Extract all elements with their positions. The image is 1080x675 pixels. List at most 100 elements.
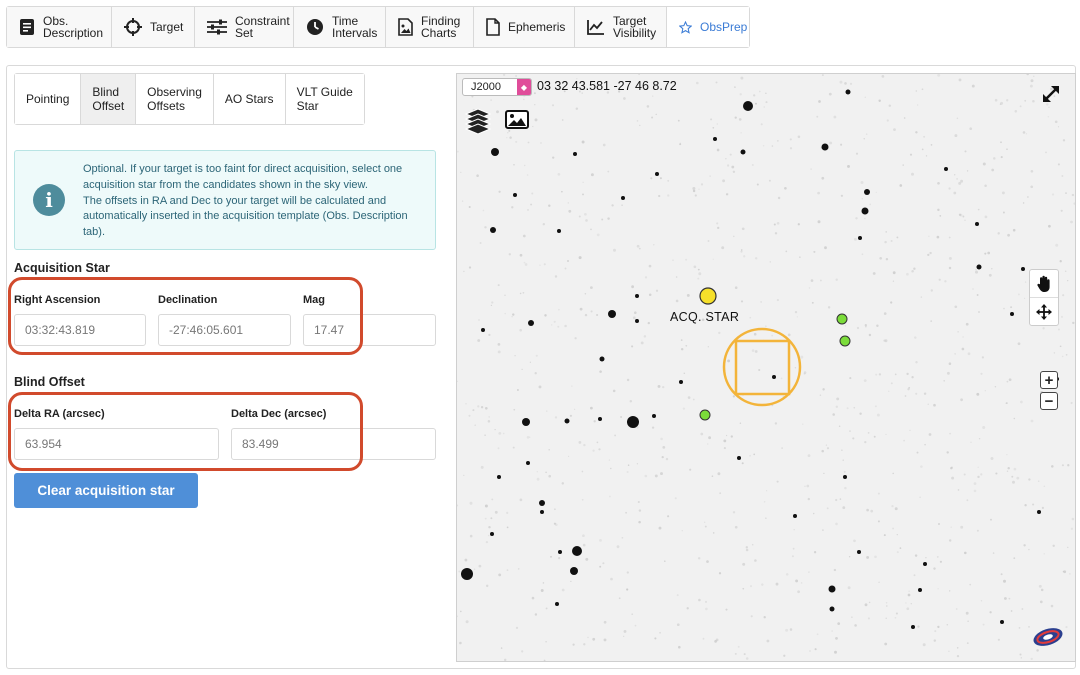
sky-noise bbox=[494, 428, 496, 431]
image-survey-button[interactable] bbox=[505, 110, 529, 134]
sky-noise bbox=[948, 362, 952, 365]
candidate-star-marker[interactable] bbox=[836, 313, 848, 325]
candidate-star-marker[interactable] bbox=[839, 335, 851, 347]
sky-noise bbox=[907, 593, 911, 597]
sky-noise bbox=[1032, 503, 1035, 506]
sky-noise bbox=[777, 196, 781, 200]
fullscreen-button[interactable] bbox=[1041, 84, 1061, 109]
sky-noise bbox=[698, 272, 702, 276]
dec-field[interactable] bbox=[158, 314, 291, 346]
layers-button[interactable] bbox=[464, 108, 492, 143]
sky-noise bbox=[761, 583, 764, 586]
sky-noise bbox=[657, 384, 661, 388]
sky-noise bbox=[745, 657, 749, 660]
sky-noise bbox=[1030, 419, 1034, 423]
sky-noise bbox=[956, 647, 959, 649]
sky-star bbox=[743, 101, 753, 111]
zoom-out-button[interactable]: − bbox=[1040, 392, 1058, 410]
sky-noise bbox=[929, 251, 932, 255]
sky-noise bbox=[539, 264, 541, 266]
tab-ephemeris[interactable]: Ephemeris bbox=[474, 7, 575, 47]
mag-field[interactable] bbox=[303, 314, 436, 346]
coordinate-frame-select[interactable]: J2000 ◆ bbox=[462, 78, 532, 96]
sky-noise bbox=[962, 215, 965, 218]
sky-noise bbox=[564, 267, 567, 270]
sky-noise bbox=[740, 132, 742, 134]
sky-noise bbox=[661, 455, 664, 459]
sky-noise bbox=[463, 474, 465, 477]
delta-dec-field[interactable] bbox=[231, 428, 436, 460]
sky-noise bbox=[716, 148, 720, 152]
sky-noise bbox=[949, 432, 952, 435]
sky-noise bbox=[846, 407, 849, 410]
tab-target-visibility[interactable]: Target Visibility bbox=[575, 7, 667, 47]
sky-noise bbox=[1017, 293, 1020, 296]
tab-obs-description[interactable]: Obs. Description bbox=[7, 7, 112, 47]
tab-time-intervals[interactable]: Time Intervals bbox=[294, 7, 386, 47]
tab-finding-charts[interactable]: Finding Charts bbox=[386, 7, 474, 47]
sky-image[interactable] bbox=[457, 74, 1076, 662]
sky-noise bbox=[737, 645, 740, 648]
sky-noise bbox=[609, 495, 611, 498]
sky-noise bbox=[484, 226, 487, 229]
sky-noise bbox=[928, 235, 930, 237]
pan-hand-button[interactable] bbox=[1030, 270, 1058, 298]
sky-noise bbox=[543, 659, 546, 661]
sky-noise bbox=[920, 465, 923, 468]
sky-noise bbox=[659, 177, 662, 180]
sky-noise bbox=[1022, 131, 1026, 134]
sky-noise bbox=[868, 601, 871, 604]
subtab-blind-offset[interactable]: Blind Offset bbox=[81, 74, 137, 124]
sky-noise bbox=[741, 462, 744, 465]
sky-noise bbox=[506, 137, 508, 139]
sky-noise bbox=[903, 439, 905, 442]
ra-field[interactable] bbox=[14, 314, 146, 346]
tab-obsprep[interactable]: ObsPrep bbox=[667, 7, 749, 47]
acquisition-star-marker[interactable] bbox=[699, 287, 717, 305]
sky-noise bbox=[664, 560, 666, 562]
subtab-observing-offsets[interactable]: Observing Offsets bbox=[136, 74, 214, 124]
candidate-star-marker[interactable] bbox=[699, 409, 711, 421]
sky-noise bbox=[837, 622, 841, 625]
tab-target[interactable]: Target bbox=[112, 7, 195, 47]
sky-star bbox=[570, 567, 578, 575]
sky-noise bbox=[1067, 546, 1069, 549]
sky-star bbox=[635, 294, 639, 298]
sky-noise bbox=[1028, 478, 1031, 481]
sky-noise bbox=[522, 234, 526, 238]
sky-noise bbox=[727, 359, 731, 363]
sky-noise bbox=[634, 311, 637, 314]
sky-view[interactable]: ACQ. STAR J2000 ◆ 03 32 43.581 -27 46 8.… bbox=[456, 73, 1076, 662]
sky-noise bbox=[844, 324, 847, 327]
sky-noise bbox=[601, 218, 604, 221]
clear-acquisition-star-button[interactable]: Clear acquisition star bbox=[14, 473, 198, 508]
sky-noise bbox=[964, 219, 966, 221]
delta-ra-field[interactable] bbox=[14, 428, 219, 460]
tab-constraint-set[interactable]: Constraint Set bbox=[195, 7, 294, 47]
sky-noise bbox=[581, 140, 585, 144]
sky-noise bbox=[643, 335, 647, 338]
sky-noise bbox=[937, 208, 940, 212]
subtab-vlt-guide-star[interactable]: VLT Guide Star bbox=[285, 74, 364, 124]
sky-noise bbox=[831, 630, 833, 632]
sky-noise bbox=[885, 605, 888, 607]
sky-noise bbox=[853, 539, 856, 543]
sky-noise bbox=[480, 406, 484, 409]
sky-star bbox=[491, 148, 499, 156]
subtab-ao-stars[interactable]: AO Stars bbox=[213, 74, 286, 124]
sky-noise bbox=[1019, 105, 1022, 108]
sky-noise bbox=[725, 158, 727, 160]
sky-noise bbox=[978, 311, 980, 313]
zoom-in-button[interactable]: + bbox=[1040, 371, 1058, 389]
sky-noise bbox=[1020, 400, 1023, 404]
sky-noise bbox=[1067, 279, 1069, 282]
sky-noise bbox=[993, 157, 996, 160]
subtab-pointing[interactable]: Pointing bbox=[15, 74, 82, 124]
sky-noise bbox=[1003, 579, 1006, 583]
sky-noise bbox=[885, 433, 887, 436]
sky-noise bbox=[742, 587, 745, 590]
sky-noise bbox=[855, 217, 858, 220]
move-button[interactable] bbox=[1030, 298, 1058, 325]
sky-noise bbox=[667, 515, 670, 518]
sky-noise bbox=[955, 608, 958, 610]
